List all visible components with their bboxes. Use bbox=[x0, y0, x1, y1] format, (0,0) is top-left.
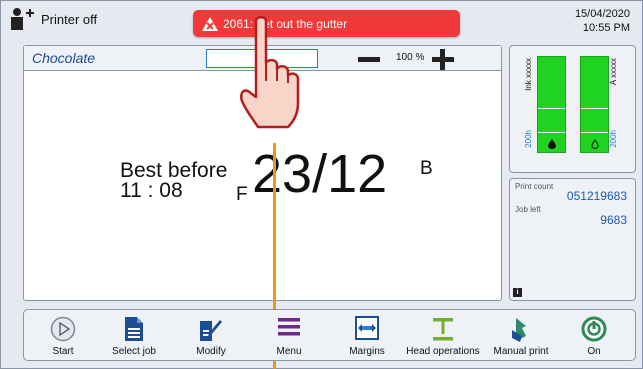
label-f-marker: F bbox=[236, 184, 248, 205]
document-icon bbox=[125, 317, 143, 341]
select-job-button[interactable]: Select job bbox=[106, 310, 162, 360]
label-time: 11 : 08 bbox=[120, 179, 183, 202]
printer-status-text: Printer off bbox=[41, 11, 98, 27]
printer-status-icon bbox=[9, 7, 35, 31]
printer-screen: Printer off 15/04/2020 10:55 PM 2061: ge… bbox=[0, 0, 643, 369]
time-text: 10:55 PM bbox=[582, 22, 630, 34]
ink-levels-panel[interactable]: Ink xxxxx 200h A xxxxx 200h bbox=[509, 45, 636, 173]
modify-button[interactable]: Modify bbox=[186, 310, 236, 360]
print-count-label: Print count bbox=[515, 182, 554, 191]
edit-icon bbox=[200, 320, 222, 341]
additive-drop-icon bbox=[591, 139, 599, 149]
additive-level-bar bbox=[580, 56, 609, 153]
pointing-hand-icon bbox=[240, 16, 300, 129]
manual-print-label: Manual print bbox=[493, 346, 549, 357]
on-label: On bbox=[587, 346, 601, 357]
zoom-in-button[interactable] bbox=[432, 49, 454, 70]
zoom-level: 100 % bbox=[396, 52, 425, 63]
power-icon bbox=[581, 316, 607, 342]
margins-label: Margins bbox=[349, 346, 385, 357]
manual-print-button[interactable]: Manual print bbox=[486, 310, 556, 360]
modify-label: Modify bbox=[196, 346, 226, 357]
counters-panel[interactable]: Print count 051219683 Job left 9683 i bbox=[509, 178, 636, 301]
printer-status[interactable]: Printer off bbox=[9, 7, 97, 31]
menu-icon bbox=[278, 318, 300, 336]
job-left-label: Job left bbox=[515, 205, 541, 214]
play-icon bbox=[50, 316, 76, 342]
menu-label: Menu bbox=[276, 346, 302, 357]
menu-button[interactable]: Menu bbox=[264, 310, 314, 360]
head-operations-label: Head operations bbox=[406, 346, 480, 357]
date-text: 15/04/2020 bbox=[574, 8, 630, 20]
label-best-before: Best before bbox=[120, 159, 228, 182]
head-operations-button[interactable]: Head operations bbox=[400, 310, 486, 360]
additive-hours: 200h bbox=[609, 130, 618, 148]
print-count-value: 051219683 bbox=[566, 189, 627, 203]
alert-banner[interactable]: 2061: get out the gutter bbox=[193, 10, 460, 37]
print-head-icon bbox=[433, 318, 453, 341]
on-button[interactable]: On bbox=[569, 310, 619, 360]
label-b-marker: B bbox=[420, 158, 433, 179]
manual-print-icon bbox=[512, 318, 526, 342]
zoom-out-button[interactable] bbox=[358, 57, 380, 62]
ink-drop-icon bbox=[548, 139, 556, 149]
additive-label: A xxxxx bbox=[609, 58, 618, 86]
start-label: Start bbox=[52, 346, 74, 357]
margins-icon bbox=[355, 316, 379, 340]
bottom-toolbar: Start Select job Modify Menu Margins Hea… bbox=[23, 309, 636, 361]
start-button[interactable]: Start bbox=[38, 310, 88, 360]
ink-hours: 200h bbox=[524, 130, 533, 148]
info-icon[interactable]: i bbox=[513, 288, 522, 297]
ink-label: Ink xxxxx bbox=[524, 58, 533, 91]
date-time: 15/04/2020 10:55 PM bbox=[575, 7, 630, 35]
ink-level-bar bbox=[537, 56, 566, 153]
job-left-value: 9683 bbox=[600, 213, 627, 227]
margins-button[interactable]: Margins bbox=[342, 310, 392, 360]
select-job-label: Select job bbox=[112, 346, 156, 357]
warning-icon bbox=[201, 16, 219, 32]
job-name: Chocolate bbox=[32, 50, 96, 66]
